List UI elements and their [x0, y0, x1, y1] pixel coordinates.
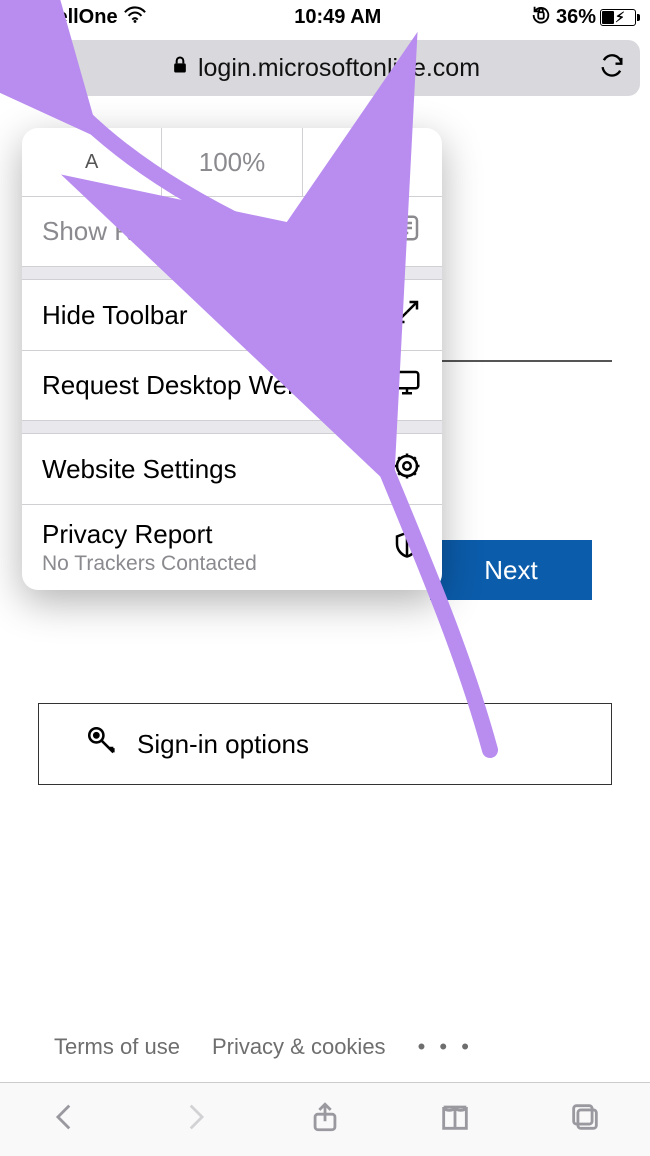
- key-icon: [85, 724, 119, 765]
- more-dots-button[interactable]: • • •: [418, 1034, 473, 1060]
- terms-link[interactable]: Terms of use: [54, 1034, 180, 1060]
- shield-icon: [392, 529, 422, 566]
- battery-icon: ⚡︎: [600, 9, 636, 26]
- signin-options-label: Sign-in options: [137, 729, 309, 760]
- tabs-button[interactable]: [568, 1100, 602, 1139]
- show-reader-view: Show Reader View: [22, 196, 442, 266]
- url-text: login.microsoftonline.com: [198, 54, 480, 83]
- reader-icon: [392, 213, 422, 250]
- cell-signal-icon: [14, 9, 36, 25]
- request-desktop-website[interactable]: Request Desktop Website: [22, 350, 442, 420]
- clock: 10:49 AM: [294, 6, 381, 29]
- signin-options-button[interactable]: Sign-in options: [38, 703, 612, 785]
- wifi-icon: [124, 6, 146, 29]
- share-button[interactable]: [308, 1100, 342, 1139]
- forward-button: [178, 1100, 212, 1139]
- footer-links: Terms of use Privacy & cookies • • •: [54, 1034, 473, 1060]
- safari-toolbar: [0, 1082, 650, 1156]
- zoom-level[interactable]: 100%: [162, 128, 302, 196]
- hide-toolbar[interactable]: Hide Toolbar: [22, 280, 442, 350]
- status-bar: CellOne 10:49 AM 36% ⚡︎: [0, 0, 650, 34]
- carrier-label: CellOne: [42, 6, 118, 29]
- desktop-icon: [392, 367, 422, 404]
- privacy-report-subtitle: No Trackers Contacted: [42, 552, 257, 576]
- privacy-link[interactable]: Privacy & cookies: [212, 1034, 386, 1060]
- page-settings-aA-button[interactable]: AA: [24, 53, 52, 84]
- battery-pct: 36%: [556, 6, 596, 29]
- address-field[interactable]: login.microsoftonline.com: [62, 54, 588, 83]
- rotation-lock-icon: [530, 4, 552, 32]
- website-settings[interactable]: Website Settings: [22, 434, 442, 504]
- expand-icon: [392, 297, 422, 334]
- gear-icon: [392, 451, 422, 488]
- next-button[interactable]: Next: [430, 540, 592, 600]
- page-settings-popover: A 100% A Show Reader View Hide Toolbar R…: [22, 128, 442, 590]
- url-bar[interactable]: AA login.microsoftonline.com: [10, 40, 640, 96]
- input-underline: [440, 360, 612, 362]
- privacy-report[interactable]: Privacy Report No Trackers Contacted: [22, 504, 442, 590]
- back-button[interactable]: [48, 1100, 82, 1139]
- bookmarks-button[interactable]: [438, 1100, 472, 1139]
- zoom-out-button[interactable]: A: [22, 128, 162, 196]
- refresh-button[interactable]: [598, 52, 626, 85]
- lock-icon: [170, 54, 190, 83]
- zoom-in-button[interactable]: A: [303, 128, 442, 196]
